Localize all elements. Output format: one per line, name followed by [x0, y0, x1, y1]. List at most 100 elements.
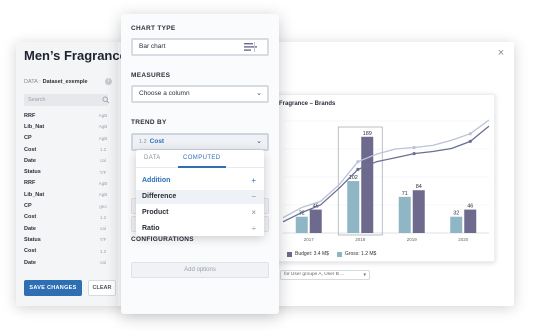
close-icon[interactable]: ×	[496, 48, 506, 59]
chart-legend: Budget: 3.4 M$ Gross: 1.2 M$	[287, 251, 384, 257]
legend-swatch-budget	[287, 251, 292, 257]
field-type-icon: cal	[100, 260, 106, 265]
search-icon	[102, 96, 110, 104]
chart-preview: 32 46 2017 102 189 2018 71 84 2019 32 46 2020 Fragr…	[272, 94, 495, 262]
field-item[interactable]: RRF AgB	[24, 110, 108, 121]
chart-type-select[interactable]: Bar chart	[131, 38, 269, 56]
bar-2019-0	[398, 196, 411, 233]
x-tick-label: 2017	[304, 237, 315, 242]
x-tick-label: 2018	[355, 237, 366, 242]
user-filter-select[interactable]: for User groupe A, User B ... ▾	[280, 270, 370, 280]
field-item[interactable]: Date cal	[24, 155, 108, 166]
legend-label-gross: Gross: 1.2 M$	[344, 251, 377, 257]
plus-icon: +	[251, 176, 256, 185]
chevron-down-icon: ⌄	[256, 138, 262, 145]
field-name: Lib_Nat	[24, 123, 45, 130]
trend-dark-line	[282, 125, 490, 223]
info-icon[interactable]: i	[105, 78, 112, 85]
field-item[interactable]: CP geo	[24, 200, 108, 211]
field-type-icon: 1.2	[99, 248, 107, 254]
bar-2018-0	[347, 181, 360, 233]
active-tab-indicator	[178, 166, 226, 168]
computed-item-addition[interactable]: Addition +	[136, 174, 264, 188]
field-list: RRF AgB Lib_Nat AgB CP AgB Cost 1.2 Date cal Statu…	[24, 110, 108, 268]
minus-icon: −	[251, 192, 256, 201]
highlight-box	[337, 126, 383, 236]
field-item[interactable]: Lib_Nat AgB	[24, 189, 108, 200]
legend-item-budget: Budget: 3.4 M$	[287, 251, 329, 257]
trend-light-point	[468, 132, 472, 136]
field-type-icon: AgB	[98, 124, 108, 130]
bar-2017-0	[295, 216, 308, 233]
field-name: CP	[24, 203, 32, 210]
dataset-name[interactable]: Dataset_exemple	[43, 79, 88, 85]
measures-label: MEASURES	[131, 72, 171, 79]
data-label: 32	[453, 211, 459, 217]
field-item[interactable]: Cost 1.2	[24, 144, 108, 155]
legend-item-gross: Gross: 1.2 M$	[336, 251, 377, 257]
field-type-icon: 1.2	[99, 214, 107, 220]
multiply-icon: ×	[251, 208, 256, 217]
field-item[interactable]: Status T/F	[24, 234, 108, 245]
field-name: Cost	[24, 214, 37, 221]
dropdown-tabs: DATA COMPUTED	[136, 150, 264, 168]
field-type-icon: 1.2	[99, 147, 107, 153]
tab-data[interactable]: DATA	[144, 155, 161, 161]
field-type-icon: AgB	[98, 113, 108, 119]
save-changes-button[interactable]: SAVE CHANGES	[24, 280, 82, 296]
chart-type-value: Bar chart	[139, 43, 166, 50]
field-item[interactable]: CP AgB	[24, 133, 108, 144]
bar-2020-0	[450, 216, 463, 233]
field-item[interactable]: RRF AgB	[24, 178, 108, 189]
data-label: 46	[467, 204, 473, 210]
field-name: Status	[24, 169, 41, 176]
field-item[interactable]: Status T/F	[24, 166, 108, 177]
field-name: RRF	[24, 180, 36, 187]
field-name: Cost	[24, 248, 37, 255]
tab-computed[interactable]: COMPUTED	[183, 155, 221, 161]
trend-by-label: TREND BY	[131, 119, 167, 126]
legend-swatch-gross	[336, 251, 342, 257]
numeric-type-badge: 1.2	[139, 139, 147, 145]
dataset-row: DATA : Dataset_exemple i	[24, 76, 112, 88]
computed-item-label: Product	[142, 209, 169, 216]
chevron-down-icon: ⌄	[256, 90, 262, 97]
data-label: 189	[363, 131, 372, 137]
field-item[interactable]: Date cal	[24, 223, 108, 234]
trend-dropdown: DATA COMPUTED Addition + Difference − Pr…	[136, 150, 264, 236]
fields-sidebar: Men’s Fragrance - DATA : Dataset_exemple…	[16, 42, 135, 306]
chevron-down-icon: ▾	[363, 272, 366, 278]
bar-2017-1	[309, 209, 322, 233]
chart-title: Fragrance – Brands	[279, 101, 336, 107]
computed-item-label: Ratio	[142, 225, 160, 232]
bar-2020-1	[464, 209, 477, 233]
computed-item-label: Difference	[142, 193, 177, 200]
computed-item-product[interactable]: Product ×	[136, 206, 264, 220]
dataset-label: DATA :	[24, 79, 41, 85]
field-item[interactable]: Lib_Nat AgB	[24, 121, 108, 132]
bar-chart-icon	[244, 42, 257, 52]
trend-by-value: Cost	[149, 138, 165, 145]
field-type-icon: cal	[100, 158, 106, 164]
field-item[interactable]: Cost 1.2	[24, 212, 108, 223]
field-name: Date	[24, 157, 36, 164]
divide-icon: ÷	[251, 224, 256, 233]
data-label: 71	[402, 191, 408, 197]
field-type-icon: T/F	[99, 169, 107, 175]
measures-select[interactable]: Choose a column ⌄	[131, 85, 269, 103]
field-type-icon: geo	[99, 203, 107, 209]
trend-by-select[interactable]: 1.2 Cost ⌄	[131, 133, 269, 151]
computed-item-ratio[interactable]: Ratio ÷	[136, 222, 264, 236]
field-item[interactable]: Date cal	[24, 257, 108, 268]
trend-light-point	[356, 160, 360, 164]
clear-button[interactable]: CLEAR	[88, 280, 116, 296]
computed-item-difference[interactable]: Difference −	[136, 190, 264, 204]
field-name: CP	[24, 135, 32, 142]
add-options-button[interactable]: Add options	[131, 262, 269, 278]
field-name: Date	[24, 225, 36, 232]
field-item[interactable]: Cost 1.2	[24, 246, 108, 257]
trend-dark-point	[412, 151, 416, 156]
measures-placeholder: Choose a column	[139, 90, 190, 97]
field-type-icon: AgB	[98, 180, 108, 186]
field-search-input[interactable]: Search	[24, 94, 108, 106]
